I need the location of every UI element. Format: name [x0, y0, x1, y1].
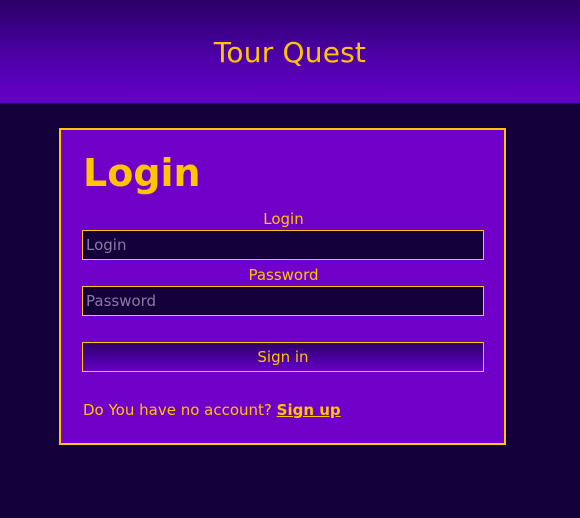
- app-header: Tour Quest: [0, 0, 580, 103]
- signup-prompt-row: Do You have no account? Sign up: [83, 401, 341, 419]
- password-field-label: Password: [248, 266, 319, 284]
- app-title: Tour Quest: [213, 36, 367, 69]
- login-card: Login Login Password Sign in Do You have…: [59, 128, 506, 445]
- sign-up-link[interactable]: Sign up: [277, 401, 341, 419]
- login-input[interactable]: [82, 230, 484, 260]
- login-heading: Login: [83, 151, 201, 195]
- sign-in-button[interactable]: Sign in: [82, 342, 484, 372]
- password-input[interactable]: [82, 286, 484, 316]
- login-field-label: Login: [263, 210, 304, 228]
- signup-prompt-text: Do You have no account?: [83, 401, 272, 419]
